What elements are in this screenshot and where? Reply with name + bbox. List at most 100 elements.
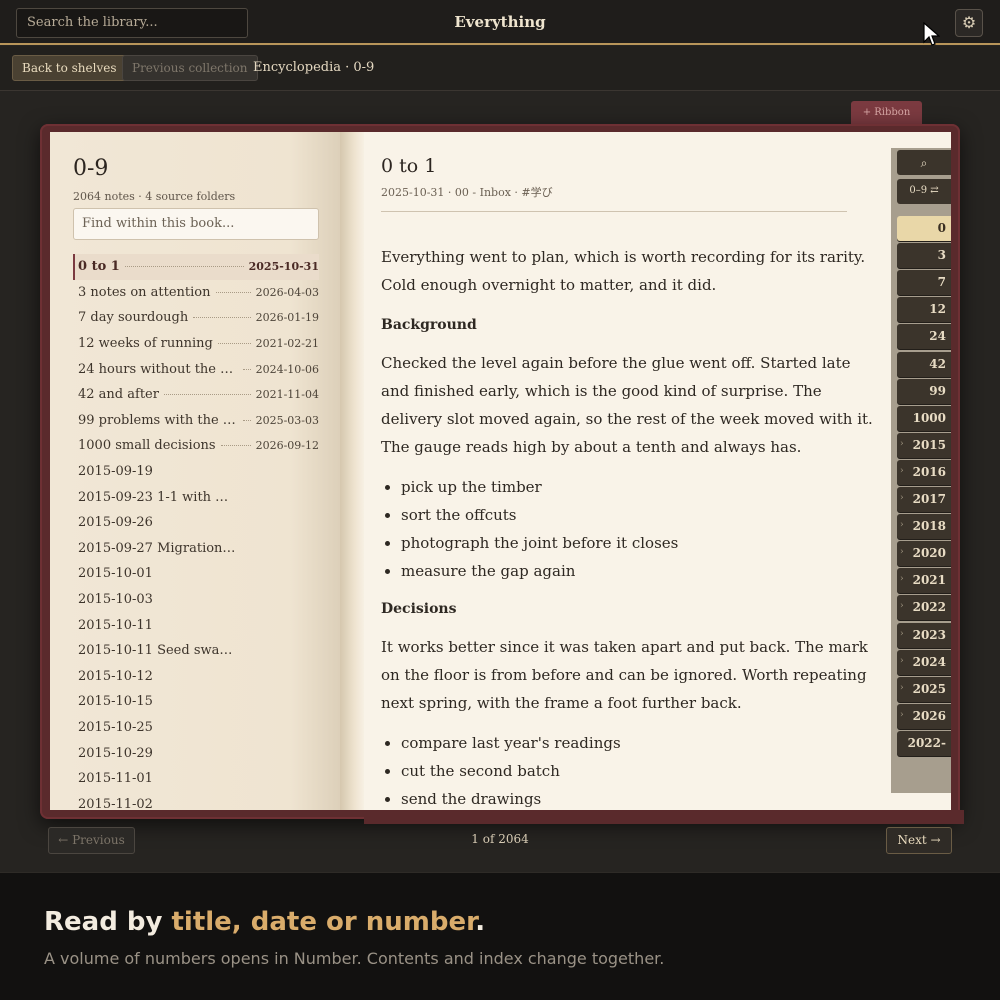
index-tab-label: 2026 bbox=[912, 708, 946, 723]
index-tab-label: 24 bbox=[929, 329, 946, 344]
toc-entry[interactable]: 24 hours without the ph... 2024-10-06 bbox=[73, 356, 319, 382]
volume-meta: 2064 notes · 4 source folders bbox=[73, 190, 236, 203]
chevron-right-icon: › bbox=[900, 574, 904, 585]
index-tab[interactable]: › 2026 bbox=[897, 703, 951, 729]
index-tab[interactable]: 0 bbox=[897, 216, 951, 241]
paragraph: Everything went to plan, which is worth … bbox=[381, 248, 866, 294]
toc-entry-title: 2015-10-01 bbox=[78, 566, 153, 582]
index-tab[interactable]: 24 bbox=[897, 324, 951, 350]
toc-entry[interactable]: 2015-10-11 bbox=[73, 612, 319, 638]
index-tab[interactable]: 3 bbox=[897, 243, 951, 269]
toolbar: Back to shelves Previous collection Ency… bbox=[0, 46, 1000, 91]
toc-entry-title: 2015-11-02 bbox=[78, 796, 153, 812]
app-title: Everything bbox=[454, 13, 546, 31]
toc-entry[interactable]: 12 weeks of running 2021-02-21 bbox=[73, 331, 319, 357]
toc-entry[interactable]: 2015-11-02 bbox=[73, 791, 319, 817]
index-tab-label: 3 bbox=[937, 248, 946, 263]
toc-entry[interactable]: 2015-10-25 bbox=[73, 715, 319, 741]
index-tab[interactable]: 7 bbox=[897, 270, 951, 296]
leader-dots bbox=[193, 317, 251, 319]
bullet-list: compare last year's readings cut the sec… bbox=[401, 729, 881, 813]
chevron-right-icon: › bbox=[900, 493, 904, 503]
index-tab[interactable]: › 2017 bbox=[897, 487, 951, 512]
index-tab[interactable]: 2022- bbox=[897, 730, 951, 756]
previous-page-button[interactable]: ← Previous bbox=[48, 827, 135, 854]
caption-heading-post: . bbox=[475, 907, 486, 937]
index-tab[interactable]: › 2020 bbox=[897, 541, 951, 567]
toc-entry-title: 2015-10-12 bbox=[78, 668, 153, 684]
toc-entry-date: 2024-10-06 bbox=[255, 362, 319, 376]
divider bbox=[381, 211, 847, 212]
index-tab-label: 2017 bbox=[912, 492, 946, 506]
toc-entry-title: 2015-09-19 bbox=[78, 464, 153, 480]
toc-entry[interactable]: 2015-10-11 Seed swap planning bbox=[73, 638, 319, 664]
find-in-book-input[interactable]: Find within this book... bbox=[73, 208, 319, 240]
page-bottom-edge bbox=[364, 810, 964, 824]
mouse-cursor-icon bbox=[923, 22, 940, 46]
index-tab[interactable]: › 2016 bbox=[897, 459, 951, 485]
toc-entry-title: 42 and after bbox=[78, 387, 159, 403]
index-tab[interactable]: › 2021 bbox=[897, 568, 951, 594]
library-search-input[interactable]: Search the library... bbox=[16, 8, 248, 38]
chevron-right-icon: › bbox=[900, 438, 904, 449]
toc-entry-title: 2015-10-29 bbox=[78, 745, 153, 761]
list-item: measure the gap again bbox=[401, 557, 881, 585]
index-tab[interactable]: › 2024 bbox=[897, 649, 951, 675]
index-tab[interactable]: 1000 bbox=[897, 405, 951, 431]
top-bar: Search the library... Everything ⚙ bbox=[0, 0, 1000, 45]
index-tab[interactable]: 99 bbox=[897, 378, 951, 404]
toc-entry[interactable]: 1000 small decisions 2026-09-12 bbox=[73, 433, 319, 459]
toc-entry[interactable]: 2015-09-19 bbox=[73, 459, 319, 485]
leader-dots bbox=[243, 419, 251, 421]
toc-entry[interactable]: 7 day sourdough 2026-01-19 bbox=[73, 305, 319, 331]
toc-entry[interactable]: 2015-09-27 Migration sync bbox=[73, 536, 319, 562]
toc-entry[interactable]: 2015-10-15 bbox=[73, 689, 319, 715]
index-tab-label: 7 bbox=[937, 275, 946, 290]
index-tab-label: 2015 bbox=[912, 437, 946, 452]
toc-entry-date: 2021-02-21 bbox=[255, 337, 319, 351]
chevron-right-icon: › bbox=[900, 709, 904, 720]
index-sort-toggle[interactable]: 0–9 ⇄ bbox=[897, 179, 951, 204]
index-tab[interactable]: › 2023 bbox=[897, 622, 951, 648]
previous-collection-button[interactable]: Previous collection bbox=[122, 55, 258, 81]
toc-entry-title: 24 hours without the ph... bbox=[78, 361, 238, 377]
toc-entry[interactable]: 2015-10-29 bbox=[73, 740, 319, 766]
toc-entry[interactable]: 2015-09-23 1-1 with Nadia bbox=[73, 484, 319, 510]
toc-entry[interactable]: 3 notes on attention 2026-04-03 bbox=[73, 280, 319, 306]
index-tab-label: 2023 bbox=[912, 627, 946, 642]
toc-entry-title: 7 day sourdough bbox=[78, 310, 189, 326]
toc-entry[interactable]: 0 to 1 2025-10-31 bbox=[73, 254, 319, 280]
toc-entry[interactable]: 42 and after 2021-11-04 bbox=[73, 382, 319, 408]
index-search-icon[interactable]: ⌕ bbox=[897, 150, 951, 175]
note-body: Everything went to plan, which is worth … bbox=[381, 243, 881, 823]
index-tab-label: 42 bbox=[929, 356, 946, 371]
index-tab[interactable]: 42 bbox=[897, 351, 951, 377]
note-meta: 2025-10-31 · 00 - Inbox · #学び bbox=[381, 186, 553, 199]
chevron-right-icon: › bbox=[900, 682, 904, 693]
toc-entry[interactable]: 2015-10-01 bbox=[73, 561, 319, 587]
index-tab[interactable]: › 2022 bbox=[897, 595, 951, 621]
chevron-right-icon: › bbox=[900, 520, 904, 531]
index-tab[interactable]: › 2018 bbox=[897, 514, 951, 540]
toc-entry[interactable]: 2015-10-12 bbox=[73, 664, 319, 690]
gear-icon[interactable]: ⚙ bbox=[955, 9, 983, 37]
index-tab-label: 2024 bbox=[912, 654, 946, 669]
index-tab[interactable]: 12 bbox=[897, 297, 951, 323]
toc-entry-title: 2015-09-26 bbox=[78, 515, 153, 531]
toc-entry[interactable]: 2015-11-01 bbox=[73, 766, 319, 792]
chevron-right-icon: › bbox=[900, 628, 904, 639]
section-heading: Background bbox=[381, 317, 477, 333]
index-tab[interactable]: › 2015 bbox=[897, 432, 951, 458]
toc-entry[interactable]: 2015-10-03 bbox=[73, 587, 319, 613]
index-tab[interactable]: › 2025 bbox=[897, 676, 951, 702]
back-to-shelves-button[interactable]: Back to shelves bbox=[12, 55, 127, 81]
bullet-list: pick up the timber sort the offcuts phot… bbox=[401, 473, 881, 585]
toc-entry-title: 0 to 1 bbox=[78, 259, 120, 275]
next-page-button[interactable]: Next → bbox=[886, 827, 952, 854]
index-tab-label: 2022 bbox=[912, 600, 946, 615]
footer-caption: Read by title, date or number. A volume … bbox=[0, 872, 1000, 1000]
index-tab-label: 0 bbox=[937, 221, 946, 235]
index-tab-label: 2022- bbox=[907, 735, 946, 750]
toc-entry[interactable]: 99 problems with the dr... 2025-03-03 bbox=[73, 408, 319, 434]
toc-entry[interactable]: 2015-09-26 bbox=[73, 510, 319, 536]
